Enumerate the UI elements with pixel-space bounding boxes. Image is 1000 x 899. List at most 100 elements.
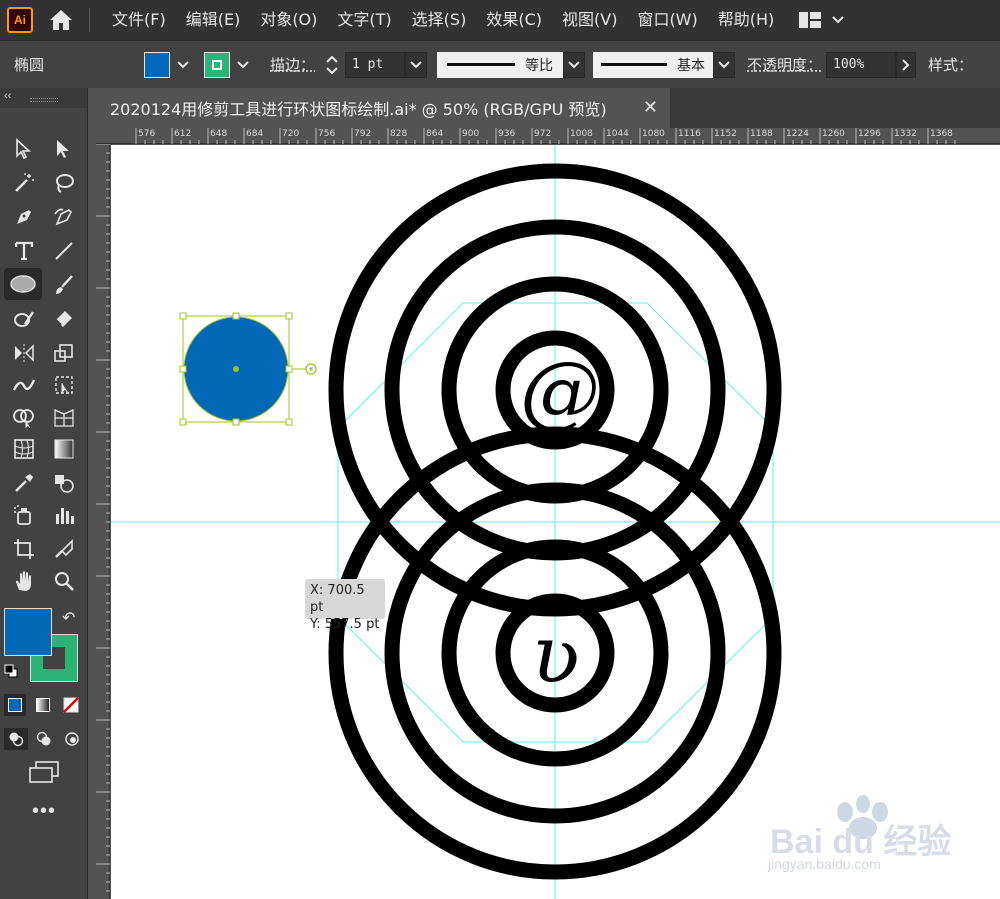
pen-tool-icon[interactable]	[6, 202, 42, 232]
line-segment-tool-icon[interactable]	[46, 236, 82, 266]
column-graph-tool-icon[interactable]	[46, 500, 82, 530]
profile-dropdown[interactable]	[563, 51, 586, 78]
home-icon[interactable]	[47, 6, 75, 34]
handle-top[interactable]	[232, 312, 240, 320]
width-tool-icon[interactable]	[6, 370, 42, 400]
lasso-tool-icon[interactable]	[46, 168, 82, 198]
menu-effect[interactable]: 效果(C)	[476, 0, 552, 40]
blend-tool-icon[interactable]	[46, 468, 82, 498]
artboard-tool-icon[interactable]	[6, 534, 42, 564]
grip-icon[interactable]	[30, 98, 58, 102]
eraser-tool-icon[interactable]	[46, 304, 82, 334]
menu-object[interactable]: 对象(O)	[250, 0, 327, 40]
stroke-weight-field[interactable]: 1 pt	[345, 51, 406, 78]
shape-builder-tool-icon[interactable]	[6, 402, 42, 432]
paintbrush-tool-icon[interactable]	[46, 270, 82, 300]
close-icon[interactable]: ✕	[643, 97, 658, 118]
gradient-mode-icon[interactable]	[32, 694, 54, 716]
brush-dropdown[interactable]	[713, 51, 736, 78]
chevron-down-icon[interactable]	[326, 66, 338, 74]
color-mode-icon[interactable]	[4, 694, 26, 716]
draw-inside-icon[interactable]	[60, 728, 84, 750]
curvature-tool-icon[interactable]	[46, 202, 82, 232]
menu-divider	[89, 8, 90, 32]
menu-file[interactable]: 文件(F)	[102, 0, 176, 40]
perspective-grid-tool-icon[interactable]	[46, 402, 82, 432]
collapse-icon[interactable]: ‹‹	[4, 90, 11, 102]
handle-right[interactable]	[285, 365, 293, 373]
opacity-expand[interactable]	[896, 51, 917, 78]
menu-view[interactable]: 视图(V)	[552, 0, 627, 40]
menu-type[interactable]: 文字(T)	[327, 0, 401, 40]
handle-bottom-left[interactable]	[179, 418, 187, 426]
menu-select[interactable]: 选择(S)	[402, 0, 477, 40]
fill-color-swatch-front[interactable]	[4, 608, 52, 656]
selected-ellipse[interactable]	[179, 312, 317, 426]
pie-widget-dot	[309, 367, 313, 371]
mesh-tool-icon[interactable]	[6, 434, 42, 464]
menu-edit[interactable]: 编辑(E)	[176, 0, 251, 40]
ruler-label: 900	[462, 129, 480, 139]
stroke-weight-value: 1 pt	[352, 57, 384, 72]
stroke-dropdown[interactable]	[234, 52, 252, 78]
magic-wand-tool-icon[interactable]	[6, 168, 42, 198]
stroke-label[interactable]: 描边：	[270, 54, 315, 75]
handle-left[interactable]	[179, 365, 187, 373]
ruler-label: 1116	[678, 129, 701, 139]
document-tab[interactable]: 2020124用修剪工具进行环状图标绘制.ai* @ 50% (RGB/GPU …	[96, 88, 670, 128]
fill-swatch[interactable]	[144, 51, 170, 78]
swap-colors-icon[interactable]: ↶	[62, 608, 75, 628]
ruler-label: 684	[246, 129, 264, 139]
stroke-swatch[interactable]	[204, 51, 230, 78]
hand-tool-icon[interactable]	[6, 566, 42, 596]
slice-tool-icon[interactable]	[46, 534, 82, 564]
eyedropper-tool-icon[interactable]	[6, 468, 42, 498]
handle-bottom[interactable]	[232, 418, 240, 426]
direct-selection-tool-icon[interactable]	[46, 134, 82, 164]
stroke-weight-dropdown[interactable]	[405, 51, 428, 78]
vertical-ruler[interactable]	[96, 144, 110, 899]
brush-definition[interactable]: 基本	[593, 51, 714, 78]
zoom-tool-icon[interactable]	[46, 566, 82, 596]
chevron-down-icon	[832, 16, 844, 24]
ruler-label: 828	[390, 129, 408, 139]
brush-label: 基本	[677, 57, 706, 74]
chevron-up-icon[interactable]	[326, 55, 338, 63]
ruler-label: 1260	[822, 129, 845, 139]
ruler-label: 1332	[894, 129, 917, 139]
none-mode-icon[interactable]	[60, 694, 82, 716]
screen-mode-icon[interactable]	[28, 760, 62, 786]
chevron-down-icon	[718, 60, 730, 68]
ruler-label: 972	[534, 129, 552, 139]
selection-tool-icon[interactable]	[6, 134, 42, 164]
rotate-tool-icon[interactable]	[6, 338, 42, 368]
draw-normal-icon[interactable]	[4, 728, 28, 750]
more-tools-icon[interactable]: •••	[32, 800, 56, 823]
shaper-tool-icon[interactable]	[6, 304, 42, 334]
app-logo: Ai	[7, 7, 33, 33]
menu-window[interactable]: 窗口(W)	[627, 0, 707, 40]
stroke-weight-stepper[interactable]	[321, 50, 343, 80]
fill-dropdown[interactable]	[174, 52, 192, 78]
opacity-field[interactable]: 100%	[826, 51, 897, 78]
scale-tool-icon[interactable]	[46, 338, 82, 368]
symbol-sprayer-tool-icon[interactable]	[6, 500, 42, 530]
handle-top-left[interactable]	[179, 312, 187, 320]
gradient-tool-icon[interactable]	[46, 434, 82, 464]
variable-width-profile[interactable]: 等比	[437, 51, 564, 78]
horizontal-ruler[interactable]: 576 612 648 684 720 756 792 828 864 900 936 972 1008…	[96, 128, 1000, 144]
workspace-switcher[interactable]	[798, 11, 844, 29]
opacity-label[interactable]: 不透明度：	[747, 54, 822, 75]
free-transform-tool-icon[interactable]	[46, 370, 82, 400]
handle-bottom-right[interactable]	[285, 418, 293, 426]
artboard-canvas[interactable]: @ ʋ Bai du 经验 jingyan.baidu.com	[111, 145, 1000, 899]
stroke-swatch-inner	[212, 59, 222, 70]
draw-behind-icon[interactable]	[32, 728, 56, 750]
menu-help[interactable]: 帮助(H)	[708, 0, 785, 40]
default-colors-icon[interactable]	[4, 664, 18, 678]
ellipse-tool-icon[interactable]	[4, 268, 42, 300]
type-tool-icon[interactable]	[6, 236, 42, 266]
ruler-label: 756	[318, 129, 336, 139]
style-label[interactable]: 样式：	[928, 54, 973, 75]
handle-top-right[interactable]	[285, 312, 293, 320]
